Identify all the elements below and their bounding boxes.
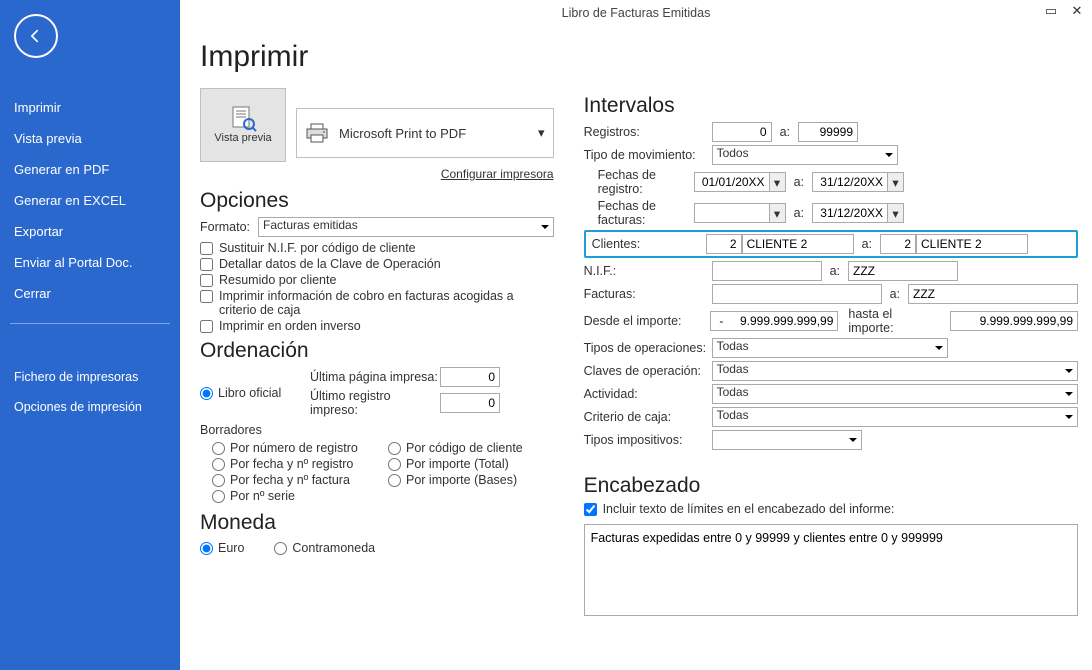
tipos-impositivos-label: Tipos impositivos: xyxy=(584,433,712,447)
sidebar-item-enviar-portal[interactable]: Enviar al Portal Doc. xyxy=(0,247,180,278)
ordenacion-heading: Ordenación xyxy=(200,339,554,363)
fechas-fac-from-picker[interactable]: ▾ xyxy=(770,203,786,223)
printer-name: Microsoft Print to PDF xyxy=(339,126,466,141)
fechas-fac-from-input[interactable] xyxy=(694,203,770,223)
configurar-impresora-link[interactable]: Configurar impresora xyxy=(441,167,554,181)
facturas-to-input[interactable] xyxy=(908,284,1078,304)
clientes-to-name-input[interactable] xyxy=(916,234,1028,254)
sidebar-separator xyxy=(10,323,170,324)
fechas-reg-to-input[interactable] xyxy=(812,172,888,192)
radio-num-serie[interactable]: Por nº serie xyxy=(212,489,372,503)
sidebar-item-vista-previa[interactable]: Vista previa xyxy=(0,123,180,154)
actividad-select[interactable]: Todas xyxy=(712,384,1078,404)
back-button[interactable] xyxy=(14,14,58,58)
actividad-label: Actividad: xyxy=(584,387,712,401)
sidebar-item-opciones-impresion[interactable]: Opciones de impresión xyxy=(0,392,180,422)
fechas-fac-to-picker[interactable]: ▾ xyxy=(888,203,904,223)
registros-from-input[interactable] xyxy=(712,122,772,142)
tipos-impositivos-select[interactable] xyxy=(712,430,862,450)
clientes-row-highlight: Clientes: a: xyxy=(584,230,1078,258)
registros-label: Registros: xyxy=(584,125,712,139)
borradores-label: Borradores xyxy=(200,423,554,437)
sidebar: Imprimir Vista previa Generar en PDF Gen… xyxy=(0,0,180,670)
check-orden-inverso[interactable]: Imprimir en orden inverso xyxy=(200,319,554,333)
tipos-operaciones-label: Tipos de operaciones: xyxy=(584,341,712,355)
sidebar-item-cerrar[interactable]: Cerrar xyxy=(0,278,180,309)
sidebar-item-generar-excel[interactable]: Generar en EXCEL xyxy=(0,185,180,216)
check-incluir-limites[interactable]: Incluir texto de límites en el encabezad… xyxy=(584,502,1078,516)
clientes-label: Clientes: xyxy=(592,237,706,251)
fechas-facturas-label: Fechas de facturas: xyxy=(584,199,694,227)
hasta-importe-label: hasta el importe: xyxy=(838,307,950,335)
window-close-button[interactable]: ✕ xyxy=(1066,2,1088,20)
hasta-importe-input[interactable] xyxy=(950,311,1078,331)
facturas-from-input[interactable] xyxy=(712,284,882,304)
nif-label: N.I.F.: xyxy=(584,264,712,278)
window-title: Libro de Facturas Emitidas xyxy=(180,0,1092,20)
check-detallar-clave[interactable]: Detallar datos de la Clave de Operación xyxy=(200,257,554,271)
nif-from-input[interactable] xyxy=(712,261,822,281)
criterio-caja-select[interactable]: Todas xyxy=(712,407,1078,427)
ult-registro-input[interactable] xyxy=(440,393,500,413)
radio-importe-total[interactable]: Por importe (Total) xyxy=(388,457,548,471)
desde-importe-input[interactable] xyxy=(710,311,838,331)
tipo-mov-label: Tipo de movimiento: xyxy=(584,148,712,162)
radio-fecha-registro[interactable]: Por fecha y nº registro xyxy=(212,457,372,471)
ult-pagina-label: Última página impresa: xyxy=(310,370,440,384)
claves-operacion-select[interactable]: Todas xyxy=(712,361,1078,381)
sidebar-item-fichero-impresoras[interactable]: Fichero de impresoras xyxy=(0,362,180,392)
registros-to-input[interactable] xyxy=(798,122,858,142)
radio-num-registro[interactable]: Por número de registro xyxy=(212,441,372,455)
tipo-mov-select[interactable]: Todos xyxy=(712,145,898,165)
vista-previa-button[interactable]: Vista previa xyxy=(200,88,286,162)
page-title: Imprimir xyxy=(200,40,1082,74)
radio-euro[interactable]: Euro xyxy=(200,541,244,555)
fechas-reg-from-input[interactable] xyxy=(694,172,770,192)
ult-registro-label: Último registro impreso: xyxy=(310,389,440,417)
check-info-cobro[interactable]: Imprimir información de cobro en factura… xyxy=(200,289,554,317)
radio-importe-bases[interactable]: Por importe (Bases) xyxy=(388,473,548,487)
fechas-fac-to-input[interactable] xyxy=(812,203,888,223)
document-preview-icon xyxy=(227,106,259,132)
window-maximize-button[interactable]: ▭ xyxy=(1040,2,1062,20)
printer-select[interactable]: Microsoft Print to PDF ▾ xyxy=(296,108,554,158)
facturas-label: Facturas: xyxy=(584,287,712,301)
chevron-down-icon: ▾ xyxy=(538,125,545,141)
sidebar-item-generar-pdf[interactable]: Generar en PDF xyxy=(0,154,180,185)
desde-importe-label: Desde el importe: xyxy=(584,314,711,328)
formato-select[interactable]: Facturas emitidas xyxy=(258,217,554,237)
criterio-caja-label: Criterio de caja: xyxy=(584,410,712,424)
radio-libro-oficial[interactable]: Libro oficial xyxy=(200,386,310,400)
tipos-operaciones-select[interactable]: Todas xyxy=(712,338,948,358)
check-sustituir-nif[interactable]: Sustituir N.I.F. por código de cliente xyxy=(200,241,554,255)
nif-to-input[interactable] xyxy=(848,261,958,281)
radio-codigo-cliente[interactable]: Por código de cliente xyxy=(388,441,548,455)
radio-fecha-factura[interactable]: Por fecha y nº factura xyxy=(212,473,372,487)
clientes-to-code-input[interactable] xyxy=(880,234,916,254)
encabezado-heading: Encabezado xyxy=(584,474,1078,498)
vista-previa-label: Vista previa xyxy=(214,132,271,144)
formato-label: Formato: xyxy=(200,220,250,234)
radio-contra[interactable]: Contramoneda xyxy=(274,541,375,555)
sidebar-item-imprimir[interactable]: Imprimir xyxy=(0,92,180,123)
intervalos-heading: Intervalos xyxy=(584,94,1078,118)
moneda-heading: Moneda xyxy=(200,511,554,535)
encabezado-textarea[interactable] xyxy=(584,524,1078,616)
opciones-heading: Opciones xyxy=(200,189,554,213)
clientes-from-name-input[interactable] xyxy=(742,234,854,254)
sidebar-item-exportar[interactable]: Exportar xyxy=(0,216,180,247)
fechas-reg-from-picker[interactable]: ▾ xyxy=(770,172,786,192)
claves-operacion-label: Claves de operación: xyxy=(584,364,712,378)
fechas-reg-to-picker[interactable]: ▾ xyxy=(888,172,904,192)
ult-pagina-input[interactable] xyxy=(440,367,500,387)
check-resumido-cliente[interactable]: Resumido por cliente xyxy=(200,273,554,287)
fechas-registro-label: Fechas de registro: xyxy=(584,168,694,196)
clientes-from-code-input[interactable] xyxy=(706,234,742,254)
printer-icon xyxy=(305,123,329,143)
